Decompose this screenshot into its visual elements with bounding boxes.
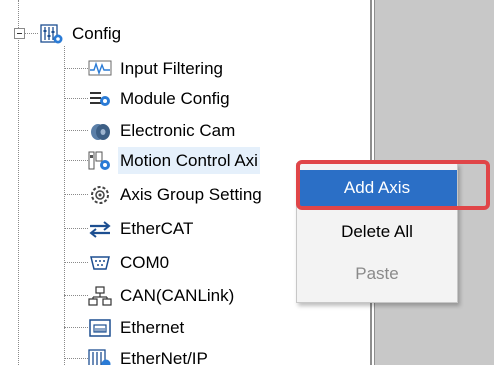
tree-node-ethernet-ip[interactable]: EtherNet/IP — [88, 345, 210, 365]
tree-node-motion-control-axis[interactable]: Motion Control Axi — [88, 147, 260, 174]
tree-node-label: Motion Control Axi — [118, 147, 260, 174]
tree-node-electronic-cam[interactable]: Electronic Cam — [88, 117, 237, 144]
tree-node-label: Input Filtering — [120, 59, 223, 78]
input-filtering-icon — [88, 58, 112, 80]
tree-connector-vertical — [18, 0, 19, 28]
tree-connector-horizontal — [64, 68, 88, 69]
tree-connector-horizontal — [64, 327, 88, 328]
tree-connector-horizontal — [64, 130, 88, 131]
module-config-icon — [88, 88, 112, 110]
annotation-highlight-frame — [296, 160, 490, 210]
tree-node-label: COM0 — [120, 253, 170, 272]
tree-node-label: Module Config — [120, 89, 230, 108]
motion-control-axis-icon — [88, 150, 112, 172]
electronic-cam-icon — [88, 120, 112, 142]
tree-node-axis-group-setting[interactable]: Axis Group Setting — [88, 181, 264, 208]
tree-node-module-config[interactable]: Module Config — [88, 85, 232, 112]
ethernet-icon — [88, 317, 112, 339]
collapse-toggle[interactable] — [14, 28, 25, 39]
tree-connector-vertical — [64, 46, 65, 365]
tree-connector-horizontal — [64, 295, 88, 296]
ethernet-ip-icon — [88, 348, 112, 365]
tree-connector-horizontal — [64, 228, 88, 229]
tree-connector-horizontal — [64, 98, 88, 99]
tree-node-label: EtherNet/IP — [120, 349, 208, 365]
tree-node-label: CAN(CANLink) — [120, 286, 235, 305]
tree-node-input-filtering[interactable]: Input Filtering — [88, 55, 225, 82]
tree-connector-horizontal — [64, 160, 88, 161]
tree-connector-vertical — [18, 38, 19, 365]
axis-group-icon — [88, 184, 112, 206]
tree-node-can-canlink[interactable]: CAN(CANLink) — [88, 282, 236, 309]
tree-connector-horizontal — [64, 194, 88, 195]
tree-node-label: Ethernet — [120, 318, 185, 337]
tree-node-ethercat[interactable]: EtherCAT — [88, 215, 195, 242]
config-icon — [40, 23, 64, 45]
can-network-icon — [88, 285, 112, 307]
tree-connector-horizontal — [64, 262, 88, 263]
tree-node-com0[interactable]: COM0 — [88, 249, 171, 276]
tree-node-label: Config — [72, 24, 122, 43]
tree-connector-horizontal — [24, 33, 38, 34]
tree-node-ethernet[interactable]: Ethernet — [88, 314, 186, 341]
menu-item-paste: Paste — [355, 264, 399, 283]
tree-node-label: Electronic Cam — [120, 121, 236, 140]
com-port-icon — [88, 252, 112, 274]
tree-connector-horizontal — [64, 358, 88, 359]
ethercat-icon — [88, 218, 112, 240]
tree-node-label: EtherCAT — [120, 219, 194, 238]
tree-node-label: Axis Group Setting — [120, 185, 262, 204]
tree-node-config[interactable]: Config — [40, 20, 123, 47]
menu-item-delete-all[interactable]: Delete All — [297, 214, 457, 250]
